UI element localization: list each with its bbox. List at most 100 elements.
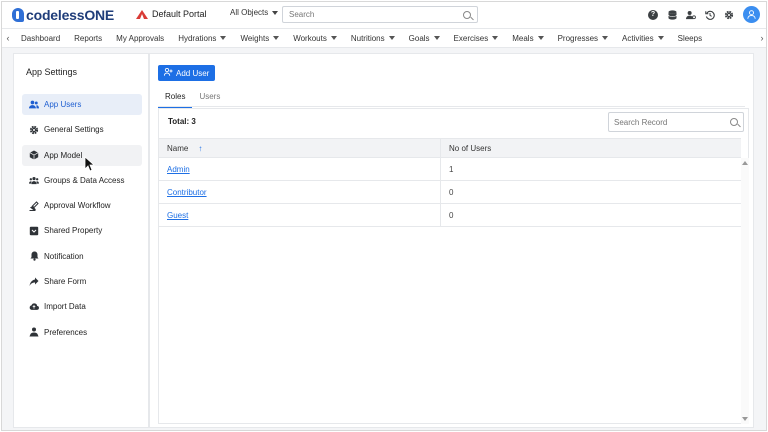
cube-icon [29,150,39,160]
mouse-cursor-icon [84,156,96,172]
chevron-down-icon [657,36,664,40]
role-link[interactable]: Guest [167,211,188,220]
share-icon [29,277,39,287]
column-header-no-of-users[interactable]: No of Users [441,139,491,157]
nav-items: Dashboard Reports My Approvals Hydrations We… [14,34,756,43]
user-avatar-icon[interactable] [743,6,760,23]
cloud-upload-icon [29,302,39,312]
user-count: 0 [449,187,454,197]
sidebar-item-label: Preferences [44,327,88,337]
nav-item-exercises[interactable]: Exercises [447,34,506,43]
chevron-left-icon[interactable]: ‹ [2,33,14,43]
nav-item-dashboard[interactable]: Dashboard [14,34,67,43]
top-bar: codelessONE Default Portal All Objects ? [2,2,766,28]
user-count: 0 [449,210,454,220]
chevron-down-icon [537,36,544,40]
add-user-label: Add User [176,68,210,78]
tab-roles[interactable]: Roles [158,88,193,109]
logo-text: codelessONE [26,7,115,23]
scope-label: All Objects [230,8,269,17]
user-count: 1 [449,164,454,174]
search-input[interactable] [289,10,463,19]
role-link[interactable]: Contributor [167,188,207,197]
sidebar-item-groups-data-access[interactable]: Groups & Data Access [22,170,142,191]
tabs-divider [158,106,745,107]
add-user-button[interactable]: Add User [158,65,216,81]
workflow-icon [29,200,39,211]
column-header-name[interactable]: Name ↑ [159,139,441,157]
portal-selector[interactable]: Default Portal [136,9,207,19]
record-search[interactable] [608,112,744,132]
nav-item-activities[interactable]: Activities [615,34,671,43]
main-panel: Add User Roles Users Total: 3 Name ↑ No … [149,53,754,428]
table-row: Contributor 0 [159,181,741,204]
tab-users[interactable]: Users [192,88,227,109]
sidebar-item-label: App Model [44,150,83,160]
chevron-down-icon [602,36,609,40]
sidebar-item-approval-workflow[interactable]: Approval Workflow [22,195,142,216]
nav-item-sleeps[interactable]: Sleeps [671,34,709,43]
portal-name: Default Portal [152,9,207,19]
table-header: Name ↑ No of Users [159,138,741,158]
tab-bar: Roles Users [158,88,227,109]
shared-property-icon [29,226,39,236]
chevron-right-icon[interactable]: › [756,33,766,43]
preferences-icon [29,327,39,337]
sidebar-item-notification[interactable]: Notification [22,246,142,267]
nav-item-hydrations[interactable]: Hydrations [171,34,233,43]
sort-ascending-icon[interactable]: ↑ [198,144,202,153]
sidebar-item-label: App Users [44,100,82,109]
nav-item-weights[interactable]: Weights [233,34,286,43]
sidebar-item-general-settings[interactable]: General Settings [22,119,142,140]
sidebar-item-import-data[interactable]: Import Data [22,296,142,317]
sidebar-item-preferences[interactable]: Preferences [22,322,142,343]
sidebar-item-shared-property[interactable]: Shared Property [22,220,142,241]
sidebar-item-label: Approval Workflow [44,201,111,211]
sidebar-item-app-users[interactable]: App Users [22,94,142,115]
bell-icon [29,251,39,261]
database-icon[interactable] [667,9,677,20]
total-count: Total: 3 [168,117,196,126]
app-logo[interactable]: codelessONE [12,7,114,23]
nav-item-meals[interactable]: Meals [505,34,550,43]
nav-item-reports[interactable]: Reports [67,34,109,43]
sidebar-item-app-model[interactable]: App Model [22,144,142,166]
nav-item-progresses[interactable]: Progresses [551,34,615,43]
app-window: codelessONE Default Portal All Objects ? [1,1,767,431]
nav-item-goals[interactable]: Goals [402,34,447,43]
chevron-down-icon [433,36,440,40]
history-icon[interactable] [705,10,715,20]
scroll-up-icon[interactable] [742,161,748,165]
sidebar-item-label: General Settings [44,125,104,135]
nav-item-workouts[interactable]: Workouts [286,34,344,43]
gear-icon[interactable] [724,10,734,20]
add-user-icon [163,67,173,78]
sidebar-item-label: Shared Property [44,226,103,236]
sidebar-item-share-form[interactable]: Share Form [22,271,142,292]
scroll-down-icon[interactable] [742,417,748,421]
nav-item-my-approvals[interactable]: My Approvals [109,34,171,43]
search-icon[interactable] [730,118,738,126]
roles-table-panel: Total: 3 Name ↑ No of Users Admin 1 Cont… [158,108,749,424]
user-settings-icon[interactable] [686,10,696,20]
global-search[interactable] [282,6,478,23]
search-icon[interactable] [463,10,471,19]
sidebar-item-label: Groups & Data Access [44,175,125,185]
group-icon [29,175,39,185]
table-row: Guest 0 [159,204,741,227]
header-actions: ? [648,6,760,23]
sidebar-menu: App Users General Settings App Model Gro… [22,94,142,347]
table-scrollbar[interactable] [741,158,749,424]
page-scrollbar[interactable] [755,48,766,430]
role-link[interactable]: Admin [167,165,190,174]
sidebar-title: App Settings [26,67,78,77]
chevron-down-icon [492,36,499,40]
nav-item-nutritions[interactable]: Nutritions [344,34,402,43]
help-icon[interactable]: ? [648,9,658,20]
scope-dropdown[interactable]: All Objects [230,8,279,17]
sidebar-item-label: Import Data [44,302,86,312]
record-search-input[interactable] [614,117,730,127]
sidebar-item-label: Notification [44,251,84,261]
users-icon [29,100,39,110]
chevron-down-icon [220,36,227,40]
